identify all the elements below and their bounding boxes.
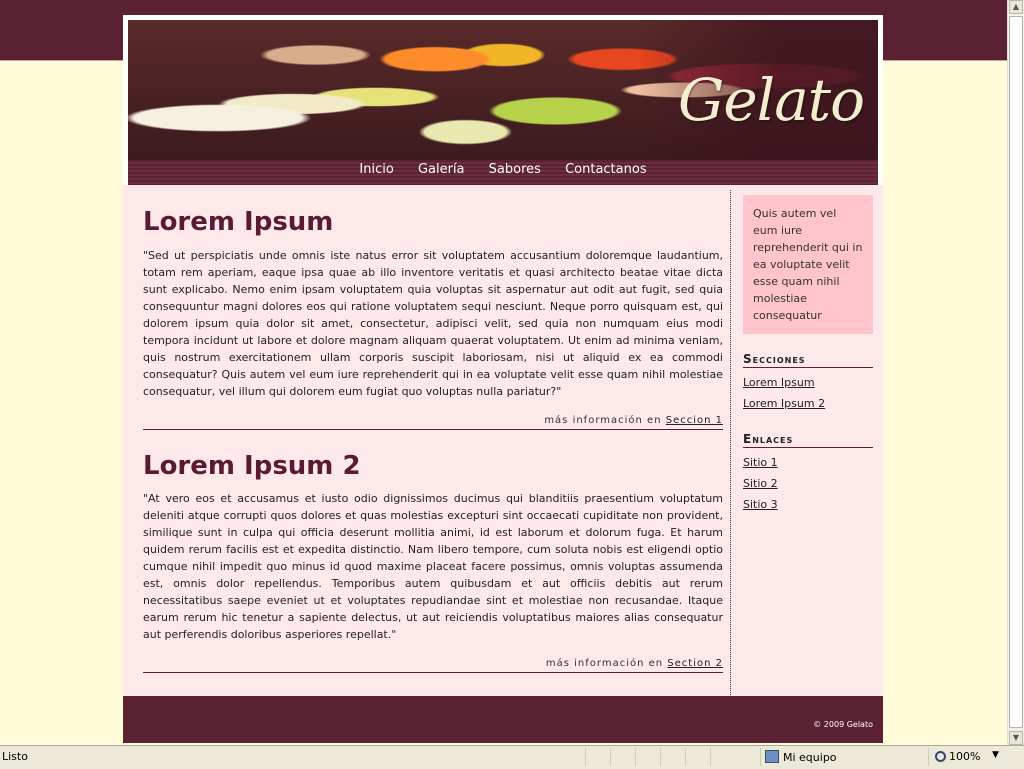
status-divider [710,748,711,766]
status-text: Listo [2,750,28,763]
list-item: Sitio 3 [743,494,873,515]
sidebar: Quis autem vel eum iure reprehenderit qu… [743,195,873,515]
section-link-1[interactable]: Lorem Ipsum [743,376,815,389]
more-info-prefix-1: más información en [544,415,662,426]
nav-inicio[interactable]: Inicio [359,162,393,177]
status-bar: Listo Mi equipo 100% ▼ [0,745,1024,769]
status-divider [610,748,611,766]
column-divider [730,190,731,695]
nav-sabores[interactable]: Sabores [489,162,541,177]
content-area: Lorem Ipsum "Sed ut perspiciatis unde om… [123,185,883,696]
status-divider [585,748,586,766]
zone-label: Mi equipo [783,751,837,764]
zoom-level: 100% [949,750,981,763]
status-divider [660,748,661,766]
site-link-2[interactable]: Sitio 2 [743,477,778,490]
status-divider [760,748,761,766]
nav-contactanos[interactable]: Contactanos [565,162,647,177]
magnifier-icon [935,751,946,762]
site-link-3[interactable]: Sitio 3 [743,498,778,511]
main-nav: Inicio Galería Sabores Contactanos [128,160,878,185]
zone-indicator: Mi equipo [765,750,837,764]
sidebar-quote: Quis autem vel eum iure reprehenderit qu… [743,195,873,334]
zoom-control[interactable]: 100% [935,750,980,763]
list-item: Sitio 2 [743,473,873,494]
more-info-link-2[interactable]: Section 2 [667,658,723,669]
chevron-down-icon[interactable]: ▼ [992,750,999,760]
site-logo: Gelato [677,66,865,134]
list-item: Sitio 1 [743,452,873,473]
sections-heading-text: Secciones [743,352,806,366]
status-divider [635,748,636,766]
vertical-scrollbar[interactable]: ▲ ▼ [1007,0,1024,745]
computer-icon [765,750,779,763]
more-info-prefix-2: más información en [545,658,664,669]
sections-list: Lorem Ipsum Lorem Ipsum 2 [743,372,873,414]
nav-galeria[interactable]: Galería [418,162,465,177]
site-link-1[interactable]: Sitio 1 [743,456,778,469]
article-title-2: Lorem Ipsum 2 [143,451,361,481]
scroll-down-button[interactable]: ▼ [1009,731,1023,745]
more-info-2: más información en Section 2 [143,658,723,673]
links-heading: Enlaces [743,432,873,448]
page-container: Gelato Inicio Galería Sabores Contactano… [123,15,883,743]
list-item: Lorem Ipsum 2 [743,393,873,414]
more-info-1: más información en Seccion 1 [143,415,723,430]
status-divider [928,748,929,766]
article-body-2: "At vero eos et accusamus et iusto odio … [143,492,723,641]
header-banner: Gelato [128,20,878,160]
status-divider [685,748,686,766]
footer: © 2009 Gelato [123,696,883,743]
links-heading-text: Enlaces [743,432,794,446]
links-list: Sitio 1 Sitio 2 Sitio 3 [743,452,873,515]
article-body-1: "Sed ut perspiciatis unde omnis iste nat… [143,249,723,398]
copyright-text: © 2009 Gelato [813,720,873,729]
more-info-link-1[interactable]: Seccion 1 [666,415,723,426]
scroll-up-button[interactable]: ▲ [1009,0,1023,14]
list-item: Lorem Ipsum [743,372,873,393]
sections-heading: Secciones [743,352,873,368]
section-link-2[interactable]: Lorem Ipsum 2 [743,397,825,410]
article-title-1: Lorem Ipsum [143,207,334,237]
scroll-thumb[interactable] [1009,16,1023,728]
